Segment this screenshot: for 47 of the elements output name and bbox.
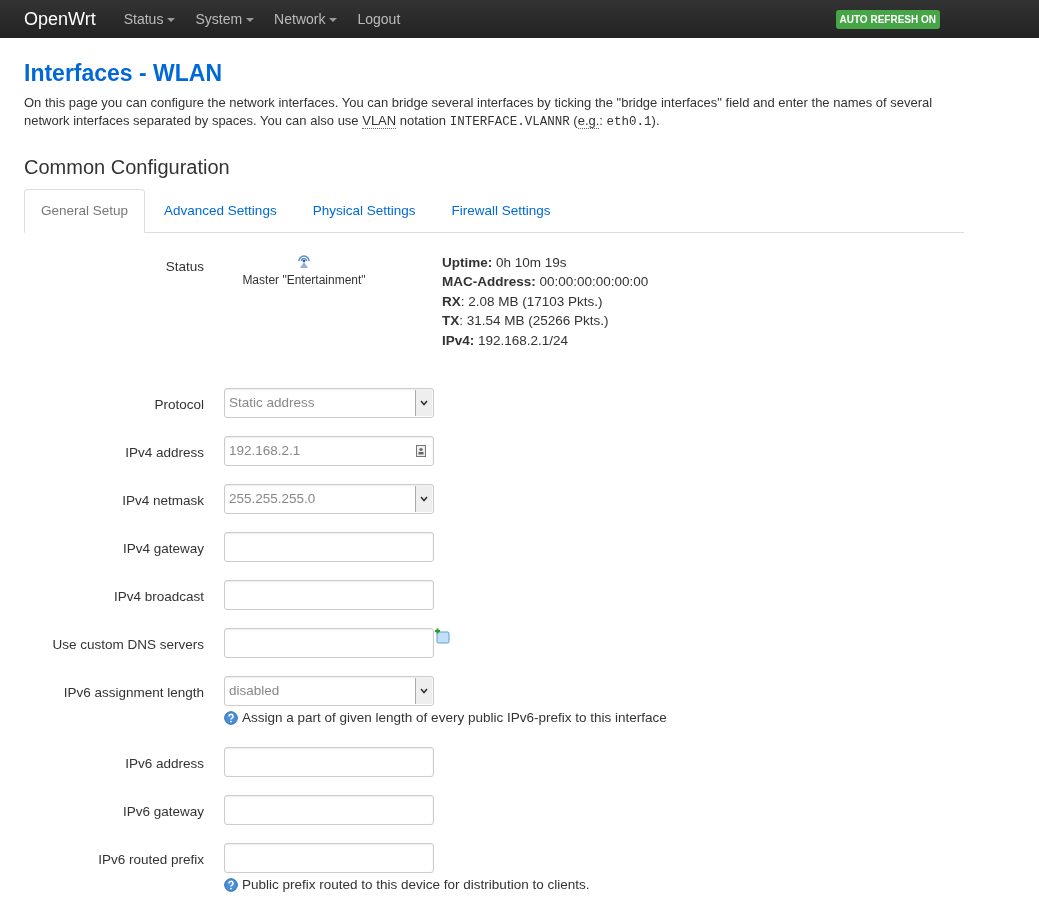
input-field[interactable]: 192.168.2.1 bbox=[224, 436, 434, 467]
field-label: IPv6 address bbox=[124, 754, 204, 773]
device-label: Master "Entertainment" bbox=[242, 271, 366, 289]
page-title: Interfaces - WLAN bbox=[24, 60, 224, 88]
field-label: Protocol bbox=[153, 396, 204, 415]
help-text: Assign a part of given length of every public IPv6-prefix to this interface bbox=[242, 709, 667, 728]
nav-menu-link[interactable]: Status bbox=[123, 8, 176, 30]
field-label: IPv4 gateway bbox=[121, 540, 204, 559]
select-field[interactable]: Static address bbox=[224, 388, 434, 419]
status-line: Uptime: 0h 10m 19s bbox=[442, 253, 568, 272]
contact-card-icon[interactable] bbox=[416, 445, 426, 458]
input-field[interactable] bbox=[224, 532, 434, 563]
select-field[interactable]: 255.255.255.0 bbox=[224, 484, 434, 515]
help-icon bbox=[224, 711, 238, 726]
help-text: Public prefix routed to this device for distribution to clients. bbox=[242, 875, 590, 894]
help-icon bbox=[224, 877, 238, 892]
section-title: Common Configuration bbox=[24, 154, 231, 179]
nav-menu-link[interactable]: Logout bbox=[357, 8, 401, 30]
status-line: TX: 31.54 MB (25266 Pkts.) bbox=[442, 312, 610, 331]
status-line: MAC-Address: 00:00:00:00:00:00 bbox=[442, 273, 649, 292]
field-label: IPv4 broadcast bbox=[112, 588, 204, 607]
field-label: IPv4 address bbox=[124, 444, 204, 463]
tab[interactable]: Firewall Settings bbox=[434, 188, 568, 233]
field-label: Use custom DNS servers bbox=[51, 636, 204, 655]
tab[interactable]: Advanced Settings bbox=[147, 188, 294, 233]
field-label: IPv6 assignment length bbox=[62, 684, 204, 703]
field-label: Status bbox=[164, 257, 204, 276]
input-field[interactable] bbox=[224, 794, 434, 825]
input-field[interactable] bbox=[224, 746, 434, 777]
input-field[interactable] bbox=[224, 842, 434, 873]
nav-menu-link[interactable]: Network bbox=[274, 8, 338, 30]
brand-link[interactable]: OpenWrt bbox=[24, 5, 96, 33]
wireless-icon bbox=[296, 252, 312, 269]
add-entry-icon[interactable] bbox=[434, 628, 450, 645]
field-label: IPv6 gateway bbox=[121, 802, 204, 821]
field-label: IPv6 routed prefix bbox=[97, 850, 204, 869]
tab[interactable]: General Setup bbox=[24, 188, 146, 233]
status-line: IPv4: 192.168.2.1/24 bbox=[442, 331, 570, 350]
nav-menu-link[interactable]: System bbox=[195, 8, 255, 30]
auto-refresh-badge[interactable]: AUTO REFRESH ON bbox=[835, 9, 940, 29]
status-line: RX: 2.08 MB (17103 Pkts.) bbox=[442, 292, 604, 311]
tab[interactable]: Physical Settings bbox=[295, 188, 433, 233]
page-description: On this page you can configure the network interfaces. You can bridge several interfaces by ticking the "bridge interfaces" field and enter the names of several network interfaces separated by spaces. You can also use VLAN notation INTERFACE.VLANNR (e.g.: eth0.1). bbox=[24, 93, 934, 131]
input-field[interactable] bbox=[224, 580, 434, 611]
input-field[interactable] bbox=[224, 628, 434, 659]
select-field[interactable]: disabled bbox=[224, 676, 434, 707]
field-label: IPv4 netmask bbox=[121, 492, 204, 511]
